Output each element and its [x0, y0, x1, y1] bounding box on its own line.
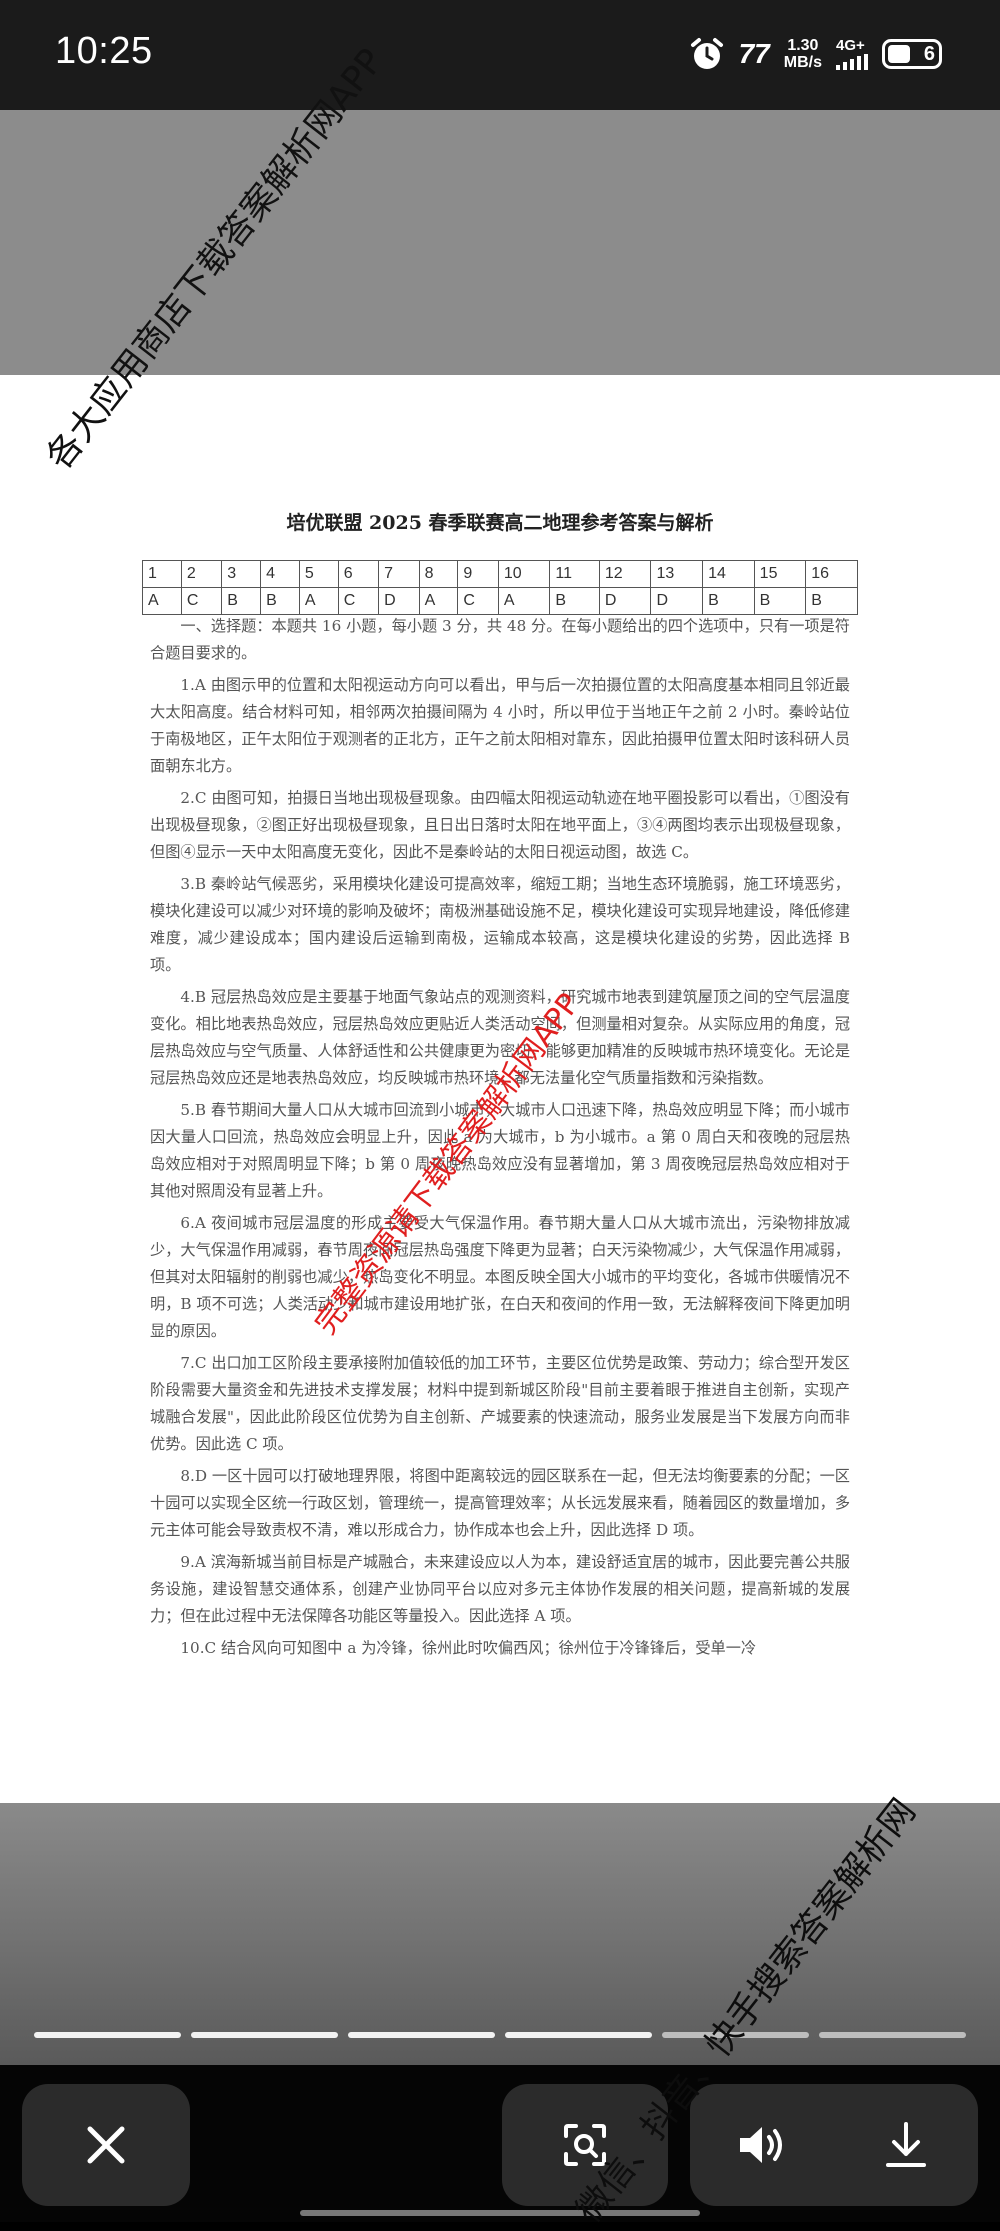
signal-icon: 4G+ [836, 38, 868, 70]
answer-letter-cell: A [142, 587, 182, 615]
download-button[interactable] [834, 2084, 978, 2206]
answer-explanation: 1.A 由图示甲的位置和太阳视运动方向可以看出，甲与后一次拍摄位置的太阳高度基本… [150, 676, 850, 775]
battery-level: 6 [923, 42, 935, 65]
answer-letter-cell: C [457, 587, 499, 615]
progress-segment [819, 2032, 966, 2038]
answer-letter-cell: B [753, 587, 807, 615]
page-progress-indicator [34, 2032, 966, 2038]
answer-explanation: 10.C 结合风向可知图中 a 为冷锋，徐州此时吹偏西风；徐州位于冷锋锋后，受单… [180, 1639, 757, 1657]
progress-segment [348, 2032, 495, 2038]
answer-explanation: 6.A 夜间城市冠层温度的形成主要受大气保温作用。春节期大量人口从大城市流出，污… [150, 1214, 850, 1340]
answer-number-cell: 6 [337, 560, 380, 588]
answer-number-cell: 8 [418, 560, 459, 588]
answer-letter-cell: A [298, 587, 339, 615]
answer-letter-cell: C [180, 587, 223, 615]
download-icon [886, 2122, 926, 2167]
answer-number-cell: 16 [805, 560, 858, 588]
home-indicator[interactable] [300, 2210, 700, 2216]
status-time: 10:25 [55, 30, 153, 72]
answer-letter-cell: D [378, 587, 420, 615]
answer-number-cell: 10 [497, 560, 551, 588]
answer-number-cell: 14 [702, 560, 755, 588]
answer-letter-cell: A [418, 587, 459, 615]
alarm-icon [690, 38, 723, 69]
answer-number-cell: 1 [142, 560, 182, 588]
answer-letter-cell: C [337, 587, 380, 615]
answer-letter-cell: D [598, 587, 652, 615]
answer-letter-cell: D [650, 587, 704, 615]
section-intro: 一、选择题：本题共 16 小题，每小题 3 分，共 48 分。在每小题给出的四个… [150, 617, 850, 662]
close-icon [87, 2126, 125, 2164]
volume-button[interactable] [690, 2084, 834, 2206]
answer-letter-cell: B [702, 587, 755, 615]
answer-explanation: 9.A 滨海新城当前目标是产城融合，未来建设应以人为本，建设舒适宜居的城市，因此… [150, 1553, 850, 1625]
answer-number-cell: 3 [221, 560, 262, 588]
document-body: 一、选择题：本题共 16 小题，每小题 3 分，共 48 分。在每小题给出的四个… [150, 613, 850, 1667]
answer-number-cell: 4 [260, 560, 300, 588]
answer-letters-row: ACBBACDACABDDBBB [142, 587, 858, 615]
status-icons: 77 1.30 MB/s 4G+ 6 [689, 34, 942, 74]
answer-numbers-row: 1 2 3 4 5 6 7 8 9 10 11 12 13 14 15 16 [142, 560, 858, 588]
document-title: 培优联盟 2025 春季联赛高二地理参考答案与解析 [286, 512, 714, 534]
answer-number-cell: 2 [180, 560, 223, 588]
answer-explanation: 7.C 出口加工区阶段主要承接附加值较低的加工环节，主要区位优势是政策、劳动力；… [150, 1354, 850, 1453]
speed-unit: MB/s [783, 54, 822, 71]
answer-number-cell: 13 [650, 560, 704, 588]
answer-number-cell: 7 [378, 560, 420, 588]
speed-value: 1.30 [787, 37, 819, 54]
answer-letter-cell: B [221, 587, 262, 615]
status-bar: 10:25 77 1.30 MB/s 4G+ 6 [0, 0, 1000, 110]
answer-table: 1 2 3 4 5 6 7 8 9 10 11 12 13 14 15 16 ACBBACDACABDDBBB [142, 560, 858, 615]
answer-number-cell: 5 [298, 560, 339, 588]
answer-number-cell: 11 [549, 560, 600, 588]
answer-number-cell: 15 [753, 560, 807, 588]
network-type: 4G+ [836, 37, 865, 54]
network-speed: 1.30 MB/s [784, 37, 822, 71]
speaker-icon [740, 2127, 782, 2163]
progress-segment [34, 2032, 181, 2038]
answer-letter-cell: B [805, 587, 858, 615]
close-button[interactable] [22, 2084, 190, 2206]
answer-letter-cell: B [260, 587, 300, 615]
hd-indicator: 77 [738, 38, 770, 69]
answer-number-cell: 12 [598, 560, 652, 588]
answer-explanation: 2.C 由图可知，拍摄日当地出现极昼现象。由四幅太阳视运动轨迹在地平圈投影可以看… [150, 789, 850, 861]
progress-segment [191, 2032, 338, 2038]
answer-letter-cell: B [549, 587, 600, 615]
progress-segment [505, 2032, 652, 2038]
answer-explanation: 3.B 秦岭站气候恶劣，采用模块化建设可提高效率，缩短工期；当地生态环境脆弱，施… [150, 875, 850, 974]
media-actions [690, 2084, 978, 2206]
answer-explanation: 8.D 一区十园可以打破地理界限，将图中距离较远的园区联系在一起，但无法均衡要素… [150, 1467, 850, 1539]
answer-number-cell: 9 [457, 560, 499, 588]
answer-letter-cell: A [497, 587, 551, 615]
battery-icon: 6 [882, 39, 942, 69]
